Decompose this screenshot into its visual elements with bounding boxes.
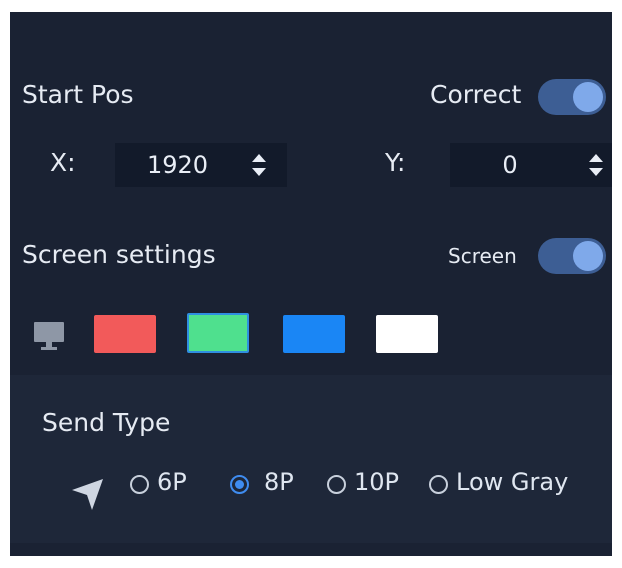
spin-arrows-icon[interactable]: [586, 149, 606, 181]
start-pos-title: Start Pos: [22, 80, 134, 109]
screen-label: Screen: [448, 244, 517, 268]
x-value: 1920: [146, 151, 209, 179]
radio-10p-label[interactable]: 10P: [354, 468, 399, 496]
x-label: X:: [50, 148, 76, 177]
y-value: 0: [502, 151, 518, 179]
x-spinbox[interactable]: 1920: [115, 143, 287, 187]
swatch-red[interactable]: [94, 315, 156, 353]
send-type-title: Send Type: [42, 408, 171, 437]
screen-toggle[interactable]: [538, 238, 606, 274]
radio-6p-label[interactable]: 6P: [157, 468, 187, 496]
y-label: Y:: [385, 148, 406, 177]
send-arrow-icon: [72, 479, 103, 510]
screen-settings-title: Screen settings: [22, 240, 216, 269]
spin-arrows-icon[interactable]: [249, 149, 269, 181]
swatch-white[interactable]: [376, 315, 438, 353]
send-type-box: [10, 375, 612, 543]
radio-low-gray-label[interactable]: Low Gray: [456, 468, 568, 496]
radio-8p[interactable]: [230, 475, 249, 494]
toggle-knob: [573, 241, 603, 271]
radio-low-gray[interactable]: [429, 475, 448, 494]
swatch-blue[interactable]: [283, 315, 345, 353]
correct-label: Correct: [430, 80, 522, 109]
y-spinbox[interactable]: 0: [450, 143, 612, 187]
toggle-knob: [573, 82, 603, 112]
swatch-green[interactable]: [187, 313, 249, 353]
monitor-icon: [34, 322, 64, 350]
radio-6p[interactable]: [130, 475, 149, 494]
correct-toggle[interactable]: [538, 79, 606, 115]
radio-8p-label[interactable]: 8P: [264, 468, 294, 496]
radio-10p[interactable]: [327, 475, 346, 494]
